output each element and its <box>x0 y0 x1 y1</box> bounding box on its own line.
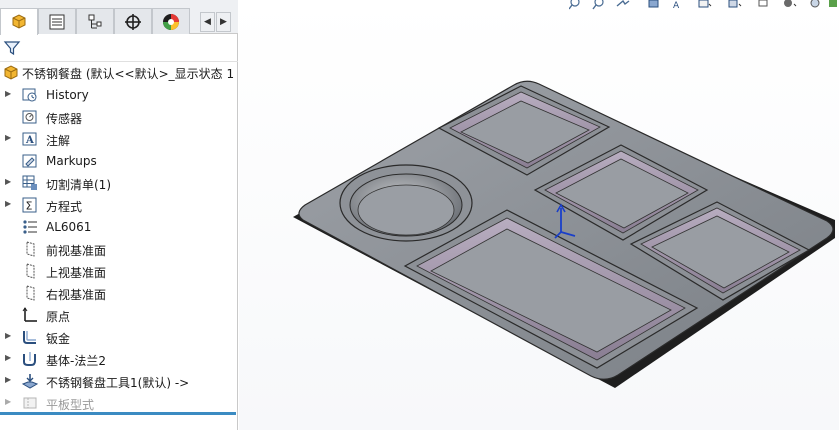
tree-item-base-flange[interactable]: ▶ 基体-法兰2 <box>0 348 238 370</box>
tree-item-annotations[interactable]: ▶ A 注解 <box>0 128 238 150</box>
annotation-icon: A <box>22 132 37 146</box>
tree-item-forming-tool[interactable]: ▶ 不锈钢餐盘工具1(默认) -> <box>0 370 238 392</box>
expand-arrow-icon[interactable]: ▶ <box>5 89 11 98</box>
property-manager-icon <box>49 14 65 29</box>
filter-icon[interactable] <box>3 39 21 57</box>
tree-item-right-plane[interactable]: 右视基准面 <box>0 282 238 304</box>
expand-arrow-icon[interactable]: ▶ <box>5 353 11 362</box>
tree-item-flat-pattern[interactable]: ▶ 平板型式 <box>0 392 238 414</box>
tree-item-history[interactable]: ▶ History <box>0 84 238 106</box>
configuration-manager-icon <box>88 14 102 28</box>
tree-item-label: 上视基准面 <box>46 266 107 280</box>
tab-feature-manager[interactable] <box>0 8 38 35</box>
tree-item-label: 右视基准面 <box>46 288 107 302</box>
history-icon <box>22 88 37 102</box>
expand-arrow-icon[interactable]: ▶ <box>5 199 11 208</box>
tree-item-label: 前视基准面 <box>46 244 107 258</box>
material-icon <box>23 220 37 234</box>
dimxpert-icon <box>125 13 141 30</box>
tab-display-manager[interactable] <box>152 8 190 34</box>
origin-icon <box>22 307 37 322</box>
base-flange-icon <box>23 352 36 366</box>
tree-item-label: 不锈钢餐盘工具1(默认) -> <box>46 376 190 390</box>
tree-item-label: 基体-法兰2 <box>46 354 106 368</box>
tree-item-markups[interactable]: Markups <box>0 150 238 172</box>
expand-arrow-icon[interactable]: ▶ <box>5 177 11 186</box>
tree-item-label: Markups <box>46 154 97 168</box>
tree-filter-bar[interactable] <box>0 34 238 62</box>
markups-icon <box>22 154 37 168</box>
tree-item-label: 钣金 <box>46 332 71 346</box>
chevron-right-icon: ▶ <box>220 17 227 27</box>
manager-tab-bar: ◀ ▶ <box>0 0 238 35</box>
svg-text:Σ: Σ <box>26 200 33 213</box>
tree-item-cut-list[interactable]: ▶ 切割清单(1) <box>0 172 238 194</box>
tree-item-top-plane[interactable]: 上视基准面 <box>0 260 238 282</box>
tab-dimxpert-manager[interactable] <box>114 8 152 34</box>
forming-tool-icon <box>21 374 39 389</box>
tree-item-label: 切割清单(1) <box>46 178 111 192</box>
tree-item-label: History <box>46 88 89 102</box>
svg-text:A: A <box>25 135 34 146</box>
plane-icon <box>26 263 35 279</box>
tree-item-label: 原点 <box>46 310 71 324</box>
panel-rollback-bar[interactable] <box>0 412 236 415</box>
sheet-metal-icon <box>23 331 36 344</box>
tree-item-label: 传感器 <box>46 112 83 126</box>
tree-item-label: 方程式 <box>46 200 83 214</box>
tree-item-sheet-metal[interactable]: ▶ 钣金 <box>0 326 238 348</box>
food-tray-model[interactable] <box>239 0 839 430</box>
feature-manager-icon <box>12 14 26 29</box>
tree-item-label: 平板型式 <box>46 398 95 412</box>
tab-configuration-manager[interactable] <box>76 8 114 34</box>
plane-icon <box>26 241 35 257</box>
round-bowl-pocket <box>339 164 473 242</box>
chevron-left-icon: ◀ <box>204 17 211 27</box>
tree-item-origin[interactable]: 原点 <box>0 304 238 326</box>
tree-item-material[interactable]: AL6061 <box>0 216 238 238</box>
tab-scroll-right-button[interactable]: ▶ <box>216 12 231 32</box>
part-icon <box>4 65 18 80</box>
cut-list-icon <box>22 175 37 190</box>
expand-arrow-icon[interactable]: ▶ <box>5 375 11 384</box>
tree-item-sensors[interactable]: 传感器 <box>0 106 238 128</box>
plane-icon <box>26 285 35 301</box>
tree-root-part[interactable]: 不锈钢餐盘 (默认<<默认>_显示状态 1 <box>0 62 238 84</box>
tree-item-label: 注解 <box>46 134 71 148</box>
display-manager-icon <box>163 13 179 30</box>
tree-item-label: AL6061 <box>46 220 92 234</box>
graphics-viewport[interactable]: A <box>239 0 839 430</box>
expand-arrow-icon[interactable]: ▶ <box>5 397 11 406</box>
equation-icon: Σ <box>22 197 37 213</box>
flat-pattern-icon <box>23 397 37 409</box>
tab-scroll-left-button[interactable]: ◀ <box>200 12 215 32</box>
tree-root-label: 不锈钢餐盘 (默认<<默认>_显示状态 1 <box>22 67 235 81</box>
tree-item-equations[interactable]: ▶ Σ 方程式 <box>0 194 238 216</box>
tree-item-front-plane[interactable]: 前视基准面 <box>0 238 238 260</box>
sensor-icon <box>22 110 37 124</box>
feature-manager-panel: ◀ ▶ 不锈钢餐盘 (默认<<默认>_显示状态 1 ▶ History 传感器 … <box>0 0 238 430</box>
expand-arrow-icon[interactable]: ▶ <box>5 133 11 142</box>
expand-arrow-icon[interactable]: ▶ <box>5 331 11 340</box>
tab-property-manager[interactable] <box>38 8 76 34</box>
